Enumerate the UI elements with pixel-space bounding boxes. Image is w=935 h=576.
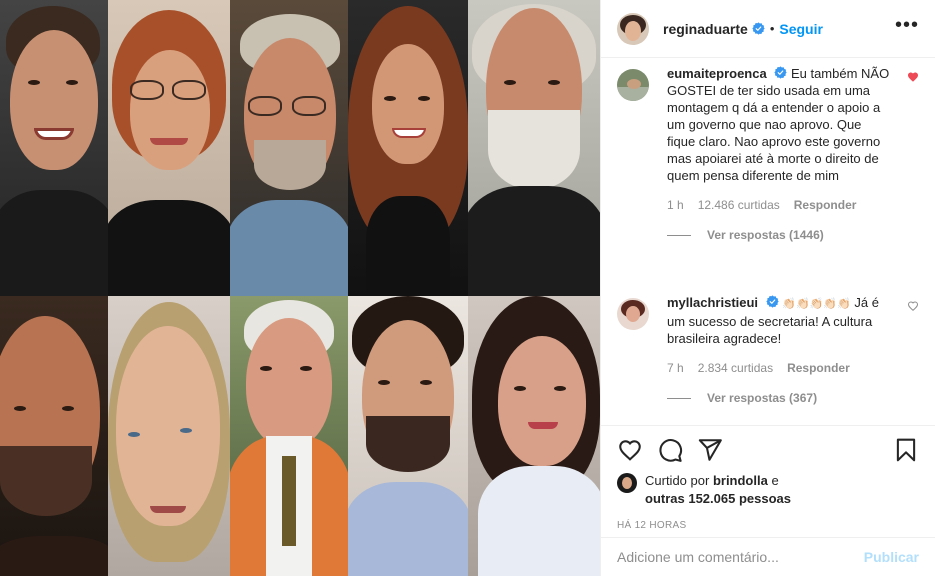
commenter-avatar[interactable] [617,69,649,101]
comment-input[interactable] [617,549,864,565]
commenter-username[interactable]: eumaiteproenca [667,66,767,81]
portrait-10 [468,296,600,576]
comment-meta: 7 h 2.834 curtidas Responder [667,361,919,375]
portrait-6 [0,296,108,576]
follow-button[interactable]: Seguir [779,21,823,37]
portrait-1 [0,0,108,296]
comment-time: 1 h [667,198,684,212]
portrait-collage [0,0,600,576]
portrait-2 [108,0,230,296]
view-replies-button[interactable]: Ver respostas (1446) [667,228,919,242]
save-bookmark-icon[interactable] [893,437,919,463]
portrait-3 [230,0,348,296]
comment-likes-count[interactable]: 12.486 curtidas [698,198,780,212]
like-heart-icon[interactable] [617,437,643,463]
comment-likes-count[interactable]: 2.834 curtidas [698,361,773,375]
post-image[interactable] [0,0,600,576]
comment-text: Eu também NÃO GOSTEI de ter sido usada e… [667,66,890,183]
liked-by-summary: Curtido por brindolla e outras 152.065 p… [617,472,919,508]
view-replies-label: Ver respostas (1446) [707,228,824,242]
verified-badge-icon [765,295,779,308]
more-options-icon[interactable]: ••• [895,15,919,38]
view-replies-button[interactable]: Ver respostas (367) [667,391,919,405]
liker-username[interactable]: brindolla [713,473,768,488]
action-icons-row [617,436,919,464]
post-side-panel: reginaduarte • Seguir ••• eumaiteproenca [600,0,935,576]
verified-badge-icon [774,66,788,79]
portrait-4 [348,0,468,296]
share-send-icon[interactable] [697,437,723,463]
comments-list[interactable]: eumaiteproenca Eu também NÃO GOSTEI de t… [601,59,935,425]
view-replies-label: Ver respostas (367) [707,391,818,405]
post-timestamp[interactable]: HÁ 12 HORAS [617,520,919,531]
verified-badge-icon [752,22,765,35]
comment-text-block: eumaiteproenca Eu também NÃO GOSTEI de t… [667,65,893,184]
comment-bubble-icon[interactable] [657,437,683,463]
comment-like-heart-icon[interactable] [907,71,919,83]
comment-text-block: myllachristieui 👏🏻👏🏻👏🏻👏🏻👏🏻 Já é um suces… [667,294,893,347]
comment-item: myllachristieui 👏🏻👏🏻👏🏻👏🏻👏🏻 Já é um suces… [617,294,919,405]
author-avatar[interactable] [617,12,649,45]
liked-by-text: Curtido por brindolla e outras 152.065 p… [645,472,791,508]
post-header: reginaduarte • Seguir ••• [601,0,935,58]
portrait-9 [348,296,468,576]
post-actions: Curtido por brindolla e outras 152.065 p… [601,425,935,531]
commenter-username[interactable]: myllachristieui [667,295,758,310]
replies-divider [667,234,691,236]
header-separator: • [769,21,775,36]
liker-avatar[interactable] [617,473,637,493]
reply-button[interactable]: Responder [787,361,850,375]
comment-like-heart-icon[interactable] [907,300,919,312]
replies-divider [667,397,691,399]
portrait-5 [468,0,600,296]
liked-by-connector: e [771,473,779,488]
reply-button[interactable]: Responder [794,198,857,212]
author-username[interactable]: reginaduarte [663,21,748,37]
portrait-7 [108,296,230,576]
portrait-8 [230,296,348,576]
commenter-avatar[interactable] [617,298,649,330]
add-comment-bar: Publicar [601,537,935,576]
others-likes-count[interactable]: outras 152.065 pessoas [645,491,791,506]
comment-time: 7 h [667,361,684,375]
comment-meta: 1 h 12.486 curtidas Responder [667,198,919,212]
clap-emojis: 👏🏻👏🏻👏🏻👏🏻👏🏻 [782,298,851,310]
publish-button[interactable]: Publicar [864,549,919,565]
comment-item: eumaiteproenca Eu também NÃO GOSTEI de t… [617,65,919,242]
liked-by-prefix: Curtido por [645,473,710,488]
